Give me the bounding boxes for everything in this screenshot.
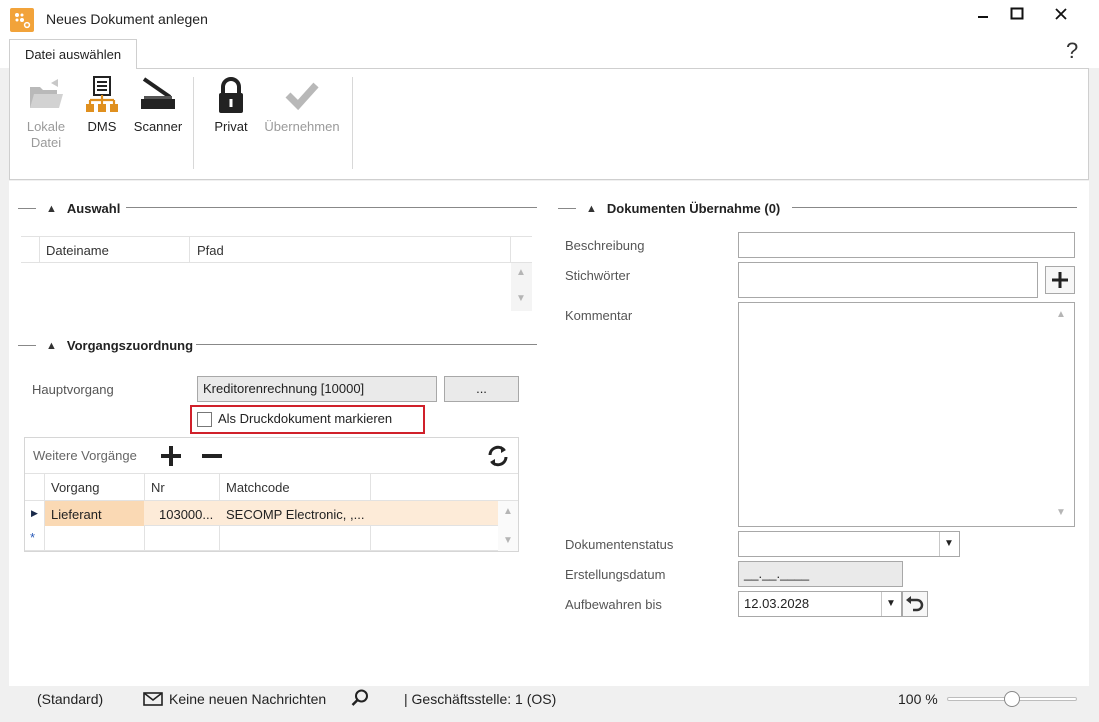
beschreibung-input[interactable] [738, 232, 1075, 258]
uebernahme-title: Dokumenten Übernahme (0) [606, 201, 781, 216]
maximize-button[interactable] [994, 0, 1040, 28]
aufbewahren-label: Aufbewahren bis [565, 597, 662, 612]
column-header-pfad[interactable]: Pfad [197, 243, 224, 258]
refresh-icon [488, 445, 508, 467]
scanner-button[interactable]: Scanner [130, 75, 186, 135]
dokumentenstatus-select[interactable]: ▼ [738, 531, 960, 557]
app-icon [10, 8, 34, 32]
ribbon-separator [193, 77, 194, 169]
dms-icon [86, 76, 118, 112]
scanner-icon [141, 77, 175, 109]
standard-status[interactable]: (Standard) [37, 691, 103, 707]
add-stichwort-button[interactable] [1045, 266, 1075, 294]
plus-icon [1052, 272, 1068, 288]
scroll-down-icon[interactable]: ▼ [1056, 507, 1066, 518]
minus-icon [202, 454, 222, 458]
scroll-up-icon[interactable]: ▲ [503, 506, 513, 517]
scroll-up-icon[interactable]: ▲ [1056, 309, 1066, 320]
ribbon-tab-row [0, 38, 1099, 68]
tab-datei-auswaehlen[interactable]: Datei auswählen [9, 39, 137, 69]
dokumentenstatus-label: Dokumentenstatus [565, 537, 674, 552]
ribbon-separator [352, 77, 353, 169]
cell-vorgang: Lieferant [51, 507, 102, 522]
aufbewahren-value: 12.03.2028 [744, 596, 810, 611]
auswahl-header[interactable]: ▲ Auswahl [18, 201, 120, 216]
cell-nr: 103000... [159, 507, 214, 522]
uebernehmen-label: Übernehmen [264, 119, 340, 134]
scroll-down-icon[interactable]: ▼ [503, 535, 513, 546]
collapse-caret-icon: ▲ [46, 202, 57, 215]
chevron-down-icon: ▼ [944, 538, 954, 549]
search-icon[interactable] [350, 688, 370, 711]
window-title: Neues Dokument anlegen [46, 11, 208, 27]
checkmark-icon [285, 82, 319, 111]
aufbewahren-date-input[interactable]: 12.03.2028 ▼ [738, 591, 902, 617]
auswahl-title: Auswahl [66, 201, 121, 216]
uebernehmen-button[interactable]: Übernehmen [260, 75, 344, 135]
cell-matchcode: SECOMP Electronic, ,... [226, 507, 365, 522]
weitere-vorgaenge-label: Weitere Vorgänge [33, 448, 137, 463]
reset-date-button[interactable] [902, 591, 928, 617]
kommentar-textarea[interactable]: ▲ ▼ [738, 302, 1075, 527]
nachrichten-status[interactable]: Keine neuen Nachrichten [169, 691, 326, 707]
new-row-asterisk-icon: * [30, 530, 36, 545]
divider [126, 207, 537, 208]
minimize-icon [978, 16, 988, 18]
privat-button[interactable]: Privat [208, 75, 254, 135]
chevron-down-icon: ▼ [886, 598, 896, 609]
privat-label: Privat [214, 119, 248, 134]
column-header-vorgang[interactable]: Vorgang [51, 480, 99, 495]
stichwoerter-label: Stichwörter [565, 268, 631, 283]
druckdokument-label: Als Druckdokument markieren [218, 411, 393, 426]
auswahl-grid: Dateiname Pfad ▲ ▼ [21, 236, 532, 311]
ribbon-panel: Lokale Datei DMS Scanner Privat Übernehm… [9, 68, 1089, 180]
lokale-label-2: Datei [30, 135, 62, 150]
lokale-datei-button[interactable]: Lokale Datei [24, 75, 68, 151]
dms-button[interactable]: DMS [80, 75, 124, 135]
druckdokument-checkbox[interactable] [197, 412, 212, 427]
column-header-matchcode[interactable]: Matchcode [226, 480, 290, 495]
new-row[interactable] [25, 526, 498, 551]
zoom-slider-thumb[interactable] [1004, 691, 1020, 707]
lock-icon [219, 77, 243, 113]
remove-vorgang-button[interactable] [200, 444, 224, 468]
scroll-down-icon[interactable]: ▼ [516, 293, 526, 304]
row-indicator-icon: ▶ [31, 508, 38, 518]
weitere-vorgaenge-grid: Weitere Vorgänge Vorgang Nr Matchcode ▶ … [24, 437, 519, 552]
erstellungsdatum-field[interactable]: __.__.____ [738, 561, 903, 587]
hauptvorgang-label: Hauptvorgang [32, 382, 114, 397]
collapse-caret-icon: ▲ [46, 339, 57, 352]
help-icon[interactable]: ? [1066, 38, 1078, 64]
close-button[interactable] [1038, 0, 1084, 28]
column-header-nr[interactable]: Nr [151, 480, 165, 495]
divider [792, 207, 1077, 208]
folder-icon [30, 79, 63, 108]
undo-icon [906, 596, 924, 612]
column-header-dateiname[interactable]: Dateiname [46, 243, 109, 258]
maximize-icon [1010, 7, 1024, 20]
vorgang-title: Vorgangszuordnung [66, 338, 194, 353]
dms-label: DMS [87, 119, 117, 134]
refresh-button[interactable] [485, 443, 511, 469]
zoom-level: 100 % [898, 691, 938, 707]
collapse-caret-icon: ▲ [586, 202, 597, 215]
uebernahme-header[interactable]: ▲ Dokumenten Übernahme (0) [558, 201, 780, 216]
scroll-up-icon[interactable]: ▲ [516, 267, 526, 278]
zoom-slider[interactable] [947, 691, 1077, 707]
scanner-label: Scanner [133, 119, 183, 134]
vorgang-header[interactable]: ▲ Vorgangszuordnung [18, 338, 193, 353]
add-vorgang-button[interactable] [159, 444, 183, 468]
close-icon [1055, 8, 1067, 20]
envelope-icon[interactable] [143, 692, 163, 709]
hauptvorgang-browse-button[interactable]: ... [444, 376, 519, 402]
stichwoerter-input[interactable] [738, 262, 1038, 298]
hauptvorgang-field[interactable]: Kreditorenrechnung [10000] [197, 376, 437, 402]
beschreibung-label: Beschreibung [565, 238, 645, 253]
geschaeftsstelle-status: | Geschäftsstelle: 1 (OS) [404, 691, 557, 707]
erstellungsdatum-label: Erstellungsdatum [565, 567, 666, 582]
divider [196, 344, 537, 345]
plus-icon [161, 446, 181, 466]
lokale-label-1: Lokale [26, 119, 66, 134]
kommentar-label: Kommentar [565, 308, 633, 323]
